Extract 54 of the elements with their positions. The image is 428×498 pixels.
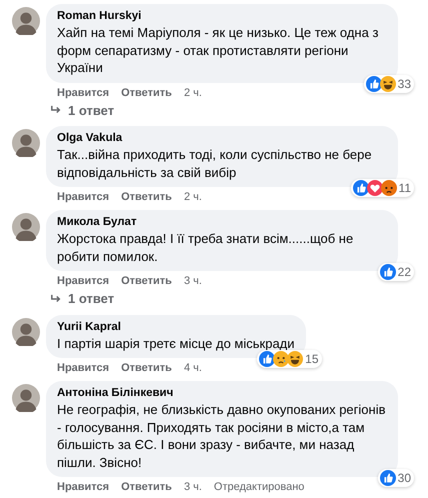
comment-text: Хайп на темі Маріуполя - як це низько. Це теж одна з форм сепаратизму - отак протиставляти регіони України [57,24,380,76]
thumbs-up-icon [380,264,396,280]
action-link[interactable]: Ответить [121,86,172,100]
crying-face-icon [273,351,290,367]
reaction-count: 15 [305,352,319,366]
reply-arrow-icon [50,294,62,304]
comment-text: Жорстока правда! І її треба знати всім......щоб не робити помилок. [57,230,354,265]
author-name[interactable]: Roman Hurskyi [57,9,387,24]
action-link[interactable]: Нравится [57,190,110,204]
action-link[interactable]: Нравится [57,480,110,494]
action-link[interactable]: Ответить [121,361,172,375]
avatar[interactable] [12,7,40,35]
timestamp: Отредактировано [214,480,304,494]
author-name[interactable]: Yurii Kapral [57,320,295,334]
action-link[interactable]: Ответить [121,480,172,494]
reaction-count: 30 [398,471,411,485]
timestamp: 4 ч. [184,361,202,375]
reactions-badge[interactable]: 15 [257,350,322,368]
comment-text: І партія шарія третє місце до міськради [57,334,295,352]
timestamp: 3 ч. [184,274,202,288]
replies-link[interactable]: 1 ответ [46,100,114,118]
reaction-count: 22 [398,265,411,279]
reaction-count: 11 [398,181,411,195]
comment-text: Так...війна приходить тоді, коли суспільство не бере відповідальність за свій вибір [57,146,373,181]
thumbs-up-icon [380,470,396,486]
avatar[interactable] [12,384,40,412]
reactions-badge[interactable]: 33 [364,74,414,92]
timestamp: 2 ч. [184,190,202,204]
action-link[interactable]: Нравится [57,361,110,375]
reply-arrow-icon [50,105,62,115]
author-name[interactable]: Olga Vakula [57,131,387,146]
reactions-badge[interactable]: 22 [378,263,414,281]
replies-link[interactable]: 1 ответ [46,288,114,306]
laughing-face-icon [380,76,396,92]
author-name[interactable]: Микола Булат [57,215,387,230]
action-link[interactable]: Ответить [121,274,172,288]
reactions-badge[interactable]: 30 [378,469,414,487]
reaction-count: 33 [398,76,411,90]
avatar[interactable] [12,129,40,157]
timestamp: 3 ч. [184,480,202,494]
action-link[interactable]: Нравится [57,274,110,288]
thumbs-up-icon [259,351,276,367]
action-link[interactable]: Нравится [57,86,110,100]
thumbs-up-icon [352,180,369,196]
timestamp: 2 ч. [184,86,202,100]
thumbs-up-icon [366,76,382,92]
comment-text: Не географія, не близькість давно окупованих регіонів - голосування. Приходять так росіяни в місто,а там більшість за ЄС. І вони зразу - вибачте, ми назад пішли. Звісно! [57,401,386,471]
author-name[interactable]: Антоніна Білінкевич [57,386,387,401]
angry-face-icon [380,180,397,196]
reactions-badge[interactable]: 11 [350,179,414,197]
laughing-face-icon [287,351,304,367]
avatar[interactable] [12,318,40,346]
action-link[interactable]: Ответить [121,190,172,204]
avatar[interactable] [12,213,40,241]
